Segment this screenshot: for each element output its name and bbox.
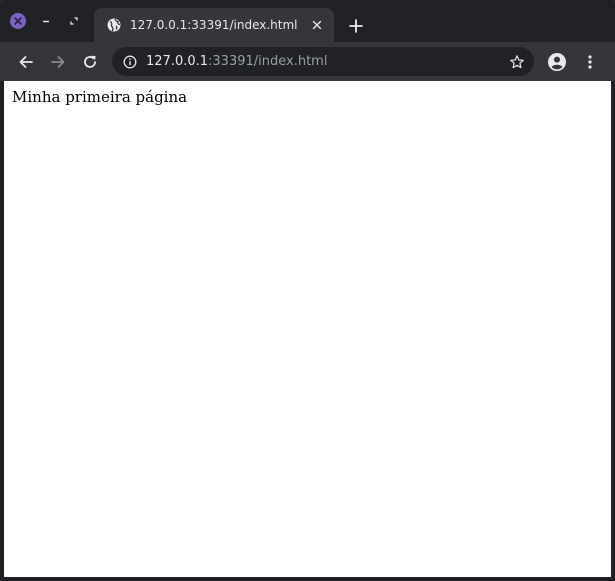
window-maximize-button[interactable] [66,13,82,29]
arrow-left-icon [19,56,33,68]
minimize-icon [43,20,49,23]
tab-close-button[interactable] [308,16,326,34]
reload-icon [84,55,96,68]
arrow-right-icon [51,56,65,68]
plus-icon [349,19,363,33]
url-path: :33391/index.html [208,54,328,69]
menu-button[interactable] [579,51,601,73]
forward-button[interactable] [47,51,69,73]
bookmark-star-button[interactable] [507,52,526,71]
account-icon [548,53,566,71]
star-icon [509,54,524,68]
info-icon[interactable] [122,54,137,69]
tab-title: 127.0.0.1:33391/index.html [130,18,298,32]
more-vertical-icon [588,55,592,69]
window-close-button[interactable] [10,13,26,29]
profile-button[interactable] [546,51,568,73]
reload-button[interactable] [79,51,101,73]
page-viewport: Minha primeira página [4,81,611,577]
tab-active[interactable]: 127.0.0.1:33391/index.html [94,8,334,42]
maximize-icon [70,17,78,25]
url-text[interactable]: 127.0.0.1:33391/index.html [146,53,327,70]
close-icon [14,17,22,25]
new-tab-button[interactable] [345,15,367,37]
window-controls [10,13,94,29]
address-bar[interactable]: 127.0.0.1:33391/index.html [112,47,534,76]
window-minimize-button[interactable] [38,13,54,29]
browser-window: 127.0.0.1:33391/index.html 127.0.0.1:333… [0,0,615,581]
url-host: 127.0.0.1 [146,54,209,69]
toolbar: 127.0.0.1:33391/index.html [0,42,615,81]
close-icon [312,20,322,30]
globe-icon [106,17,122,33]
page-body-text: Minha primeira página [12,88,188,106]
back-button[interactable] [15,51,37,73]
tab-strip: 127.0.0.1:33391/index.html [0,0,615,42]
